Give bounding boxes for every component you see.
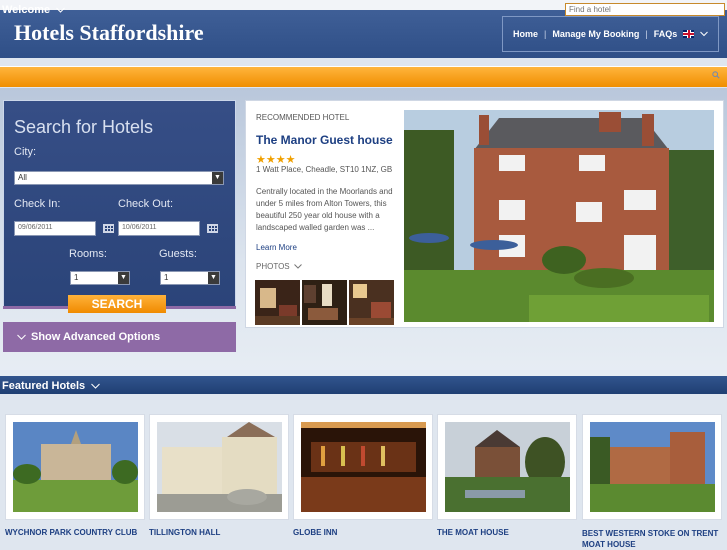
featured-hotels-label: Featured Hotels: [2, 380, 86, 392]
hotel-description: Centrally located in the Moorlands and u…: [256, 187, 393, 232]
featured-hotel-name[interactable]: TILLINGTON HALL: [149, 528, 220, 537]
featured-hotel-card[interactable]: [5, 414, 145, 520]
photos-label: PHOTOS: [256, 262, 290, 271]
featured-hotel-photo: [13, 422, 138, 512]
featured-hotel-photo: [157, 422, 282, 512]
nav-separator: |: [645, 29, 648, 39]
city-label: City:: [14, 146, 36, 158]
recommended-label: RECOMMENDED HOTEL: [256, 113, 350, 122]
top-nav: Home | Manage My Booking | FAQs: [502, 16, 719, 52]
featured-hotel-card[interactable]: [149, 414, 289, 520]
photos-toggle[interactable]: PHOTOS: [256, 262, 302, 271]
uk-flag-icon[interactable]: [683, 30, 695, 38]
featured-hotel-card[interactable]: [293, 414, 433, 520]
find-hotel-input[interactable]: [565, 3, 725, 16]
chevron-down-icon: [56, 7, 66, 13]
chevron-down-icon: [294, 264, 302, 269]
chevron-down-icon: ▼: [118, 272, 129, 284]
hotel-photo-thumbnail[interactable]: [255, 280, 300, 325]
featured-hotel-photo: [301, 422, 426, 512]
featured-hotel-name[interactable]: GLOBE INN: [293, 528, 337, 537]
featured-hotel-card[interactable]: [582, 414, 722, 520]
hotel-photo-thumbnail[interactable]: [302, 280, 347, 325]
search-icon[interactable]: [712, 71, 720, 79]
featured-hotel-name[interactable]: THE MOAT HOUSE: [437, 528, 509, 537]
city-select[interactable]: All ▼: [14, 171, 224, 185]
advanced-options-label: Show Advanced Options: [31, 331, 161, 343]
checkout-input[interactable]: 10/06/2011: [118, 221, 200, 236]
site-title[interactable]: Hotels Staffordshire: [14, 20, 204, 46]
featured-hotel-photo: [590, 422, 715, 512]
featured-hotel-card[interactable]: [437, 414, 577, 520]
welcome-dropdown[interactable]: Welcome: [2, 4, 66, 16]
chevron-down-icon[interactable]: [700, 29, 709, 39]
guests-value: 1: [164, 273, 169, 282]
featured-hotel-name[interactable]: WYCHNOR PARK COUNTRY CLUB: [5, 528, 137, 537]
checkin-label: Check In:: [14, 198, 61, 210]
nav-separator: |: [544, 29, 547, 39]
guests-label: Guests:: [159, 248, 197, 260]
featured-hotels-toggle[interactable]: Featured Hotels: [2, 380, 101, 392]
learn-more-link[interactable]: Learn More: [256, 243, 297, 252]
hotel-address: 1 Watt Place, Cheadle, ST10 1NZ, GB: [256, 165, 393, 174]
chevron-down-icon: ▼: [208, 272, 219, 284]
calendar-icon[interactable]: [103, 224, 114, 233]
recommended-hotel-name[interactable]: The Manor Guest house: [256, 133, 393, 147]
nav-manage-booking-link[interactable]: Manage My Booking: [552, 29, 639, 39]
recommended-hotel-photo[interactable]: [404, 110, 714, 322]
featured-hotel-photo: [445, 422, 570, 512]
featured-bar: [0, 376, 727, 394]
checkin-input[interactable]: 09/06/2011: [14, 221, 96, 236]
nav-home-link[interactable]: Home: [513, 29, 538, 39]
search-title: Search for Hotels: [14, 117, 154, 137]
calendar-icon[interactable]: [207, 224, 218, 233]
rooms-select[interactable]: 1 ▼: [70, 271, 130, 285]
welcome-bar: [0, 66, 727, 87]
featured-hotel-name[interactable]: BEST WESTERN STOKE ON TRENT MOAT HOUSE: [582, 528, 722, 550]
city-value: All: [18, 173, 27, 182]
checkout-label: Check Out:: [118, 198, 174, 210]
hotel-photo-thumbnail[interactable]: [349, 280, 394, 325]
chevron-down-icon: [17, 334, 26, 340]
rooms-label: Rooms:: [69, 248, 107, 260]
guests-select[interactable]: 1 ▼: [160, 271, 220, 285]
chevron-down-icon: ▼: [212, 172, 223, 184]
rooms-value: 1: [74, 273, 79, 282]
advanced-options-toggle[interactable]: Show Advanced Options: [3, 322, 236, 352]
chevron-down-icon: [91, 383, 101, 389]
search-button[interactable]: SEARCH: [68, 295, 166, 313]
welcome-label: Welcome: [2, 4, 51, 16]
nav-faqs-link[interactable]: FAQs: [654, 29, 678, 39]
